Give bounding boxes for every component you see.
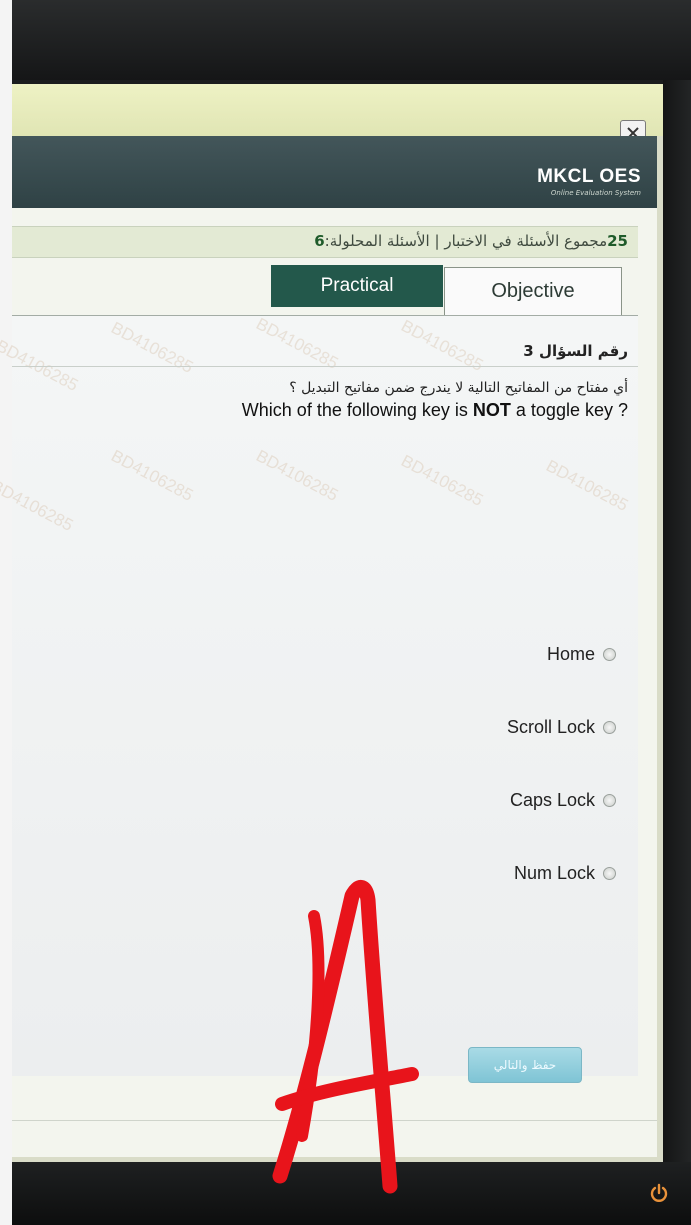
option-label: Caps Lock xyxy=(509,790,595,810)
option-label: Home xyxy=(546,644,595,664)
stats-bar: 25مجموع الأسئلة في الاختبار | الأسئلة ال… xyxy=(12,226,638,258)
option-caps-lock[interactable]: Caps Lock xyxy=(510,790,616,811)
question-text-part: a toggle key ? xyxy=(510,400,628,420)
radio-button[interactable] xyxy=(603,721,616,734)
radio-button[interactable] xyxy=(603,794,616,807)
question-text-english: Which of the following key is NOT a togg… xyxy=(242,400,628,421)
option-label: Num Lock xyxy=(513,863,595,883)
stats-text: 25مجموع الأسئلة في الاختبار | الأسئلة ال… xyxy=(314,232,628,250)
handwritten-annotation: A xyxy=(272,880,419,1194)
question-number-row: رقم السؤال 3 xyxy=(12,316,638,367)
total-questions-label: مجموع الأسئلة في الاختبار xyxy=(444,232,608,250)
brand-subtitle: Online Evaluation System xyxy=(550,189,641,197)
option-home[interactable]: Home xyxy=(547,644,616,665)
stats-separator: | xyxy=(434,232,440,250)
option-scroll-lock[interactable]: Scroll Lock xyxy=(507,717,616,738)
question-text-part: Which of the following key is xyxy=(241,400,473,420)
watermark-text: BD4106285 xyxy=(398,451,487,511)
watermark-text: BD4106285 xyxy=(543,456,632,516)
brand-logo: MKCL OES Online Evaluation System xyxy=(537,166,641,197)
option-label: Scroll Lock xyxy=(506,717,595,737)
watermark-text: BD4106285 xyxy=(0,476,77,536)
window-titlebar xyxy=(12,84,663,136)
power-icon[interactable] xyxy=(648,1182,670,1204)
question-number: رقم السؤال 3 xyxy=(523,342,628,360)
watermark-text: BD4106285 xyxy=(253,446,342,506)
question-text-arabic: أي مفتاح من المفاتيح التالية لا يندرج ضم… xyxy=(289,380,628,396)
save-and-next-button[interactable]: حفظ والتالي xyxy=(468,1047,582,1083)
solved-questions-label: الأسئلة المحلولة: xyxy=(324,232,430,250)
brand-name: MKCL OES xyxy=(537,166,641,187)
tab-objective[interactable]: Objective xyxy=(444,267,622,315)
monitor-bezel-right xyxy=(663,80,691,1165)
question-emphasis: NOT xyxy=(472,400,511,420)
monitor-bezel-left xyxy=(0,0,12,1225)
option-num-lock[interactable]: Num Lock xyxy=(514,863,616,884)
handwritten-letter-stroke xyxy=(272,880,398,1194)
watermark-text: BD4106285 xyxy=(108,446,197,506)
monitor-bezel-top xyxy=(12,0,691,80)
total-questions-count: 25 xyxy=(607,232,628,250)
radio-button[interactable] xyxy=(603,648,616,661)
solved-questions-count: 6 xyxy=(314,232,325,250)
radio-button[interactable] xyxy=(603,867,616,880)
tab-practical[interactable]: Practical xyxy=(271,265,443,307)
